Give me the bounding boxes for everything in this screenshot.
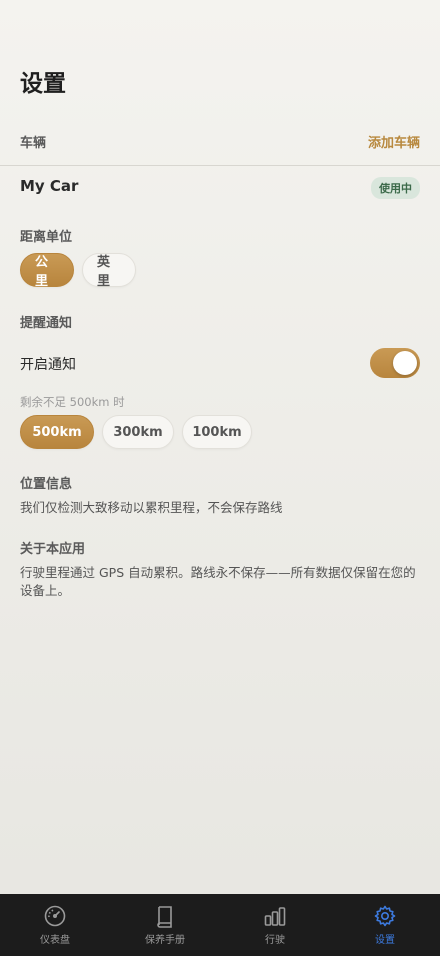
notification-toggle-row: 开启通知: [0, 348, 440, 378]
status-badge: 使用中: [371, 177, 420, 199]
vehicle-name: My Car: [20, 177, 79, 195]
threshold-option-300km[interactable]: 300km: [102, 415, 174, 449]
tab-settings[interactable]: 设置: [330, 894, 440, 956]
unit-option-km[interactable]: 公里: [20, 253, 74, 289]
threshold-options: 500km 300km 100km: [20, 415, 252, 449]
tab-bar: 仪表盘 保养手册 行驶 设置: [0, 894, 440, 956]
tab-label: 设置: [375, 935, 395, 946]
threshold-option-100km[interactable]: 100km: [182, 415, 252, 449]
tab-maintenance[interactable]: 保养手册: [110, 894, 220, 956]
page-title: 设置: [20, 71, 66, 97]
tab-trips[interactable]: 行驶: [220, 894, 330, 956]
notification-toggle-label: 开启通知: [20, 357, 76, 373]
bar-chart-icon: [264, 907, 286, 926]
about-section-label: 关于本应用: [20, 542, 86, 557]
vehicles-header: 车辆 添加车辆: [0, 128, 440, 166]
book-icon: [157, 906, 172, 928]
threshold-option-500km[interactable]: 500km: [20, 415, 94, 449]
location-section-label: 位置信息: [20, 477, 73, 492]
toggle-knob: [393, 351, 417, 375]
vehicles-section-label: 车辆: [20, 136, 47, 151]
unit-option-mile[interactable]: 英里: [82, 253, 136, 289]
about-description: 行驶里程通过 GPS 自动累积。路线永不保存——所有数据仅保留在您的设备上。: [20, 565, 416, 598]
distance-unit-section-label: 距离单位: [20, 230, 73, 245]
add-vehicle-button[interactable]: 添加车辆: [368, 132, 420, 151]
tab-label: 仪表盘: [40, 935, 70, 946]
tab-dashboard[interactable]: 仪表盘: [0, 894, 110, 956]
tab-label: 行驶: [265, 935, 285, 946]
distance-unit-options: 公里 英里: [20, 253, 136, 289]
gear-icon: [374, 905, 396, 927]
reminders-section-label: 提醒通知: [20, 316, 73, 331]
notification-toggle[interactable]: [370, 348, 420, 378]
tab-label: 保养手册: [145, 935, 185, 946]
vehicle-row[interactable]: My Car 使用中: [0, 176, 440, 200]
speedometer-icon: [44, 905, 66, 927]
threshold-label: 剩余不足 500km 时: [20, 395, 125, 409]
location-description: 我们仅检测大致移动以累积里程，不会保存路线: [20, 500, 283, 515]
